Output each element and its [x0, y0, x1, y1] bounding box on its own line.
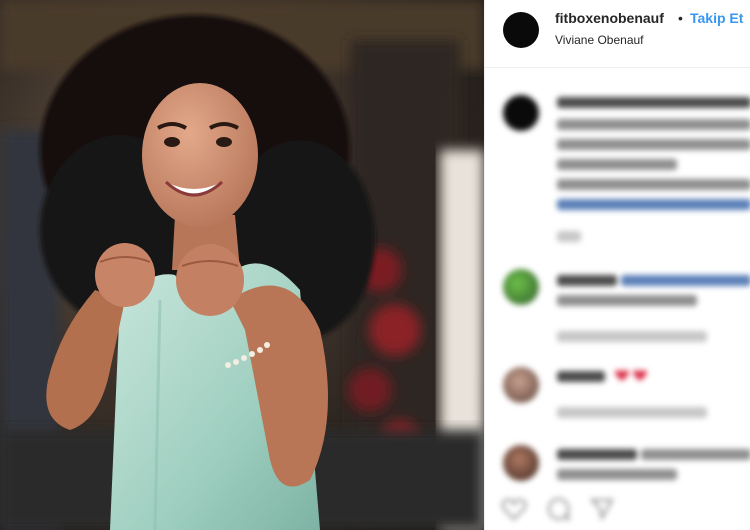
blurred-text-line — [557, 119, 750, 130]
blurred-text-line — [557, 469, 677, 480]
comment-avatar — [503, 269, 539, 305]
blurred-text-line — [557, 159, 677, 170]
separator-dot: • — [678, 10, 683, 26]
blurred-text-line — [557, 407, 707, 418]
blurred-text-line — [557, 97, 750, 108]
location-link[interactable]: Viviane Obenauf — [555, 33, 644, 47]
post-sidebar: fitboxenobenauf • Takip Et Viviane Obena… — [484, 0, 750, 530]
blurred-text-line — [557, 179, 750, 190]
blurred-text-line — [641, 449, 750, 460]
blurred-text-line — [557, 331, 707, 342]
heart-emoji-icon — [615, 370, 629, 381]
blurred-text-line — [557, 295, 697, 306]
post-actions — [485, 490, 750, 530]
blurred-text-line — [557, 139, 750, 150]
post-photo[interactable] — [0, 0, 484, 530]
heart-emoji-icon — [633, 370, 647, 381]
comment-icon[interactable] — [545, 496, 571, 522]
comments-list — [485, 69, 750, 530]
comment-avatar — [503, 445, 539, 481]
blurred-text-line — [557, 449, 637, 460]
caption-avatar — [503, 95, 539, 131]
blurred-text-line — [557, 275, 617, 286]
share-icon[interactable] — [589, 496, 615, 522]
post-image — [0, 0, 484, 530]
blurred-text-line — [621, 275, 750, 286]
blurred-text-line — [557, 199, 750, 210]
avatar[interactable] — [503, 12, 539, 48]
blurred-text-line — [557, 231, 581, 242]
blurred-text-line — [557, 371, 605, 382]
comment-avatar — [503, 367, 539, 403]
heart-icon[interactable] — [501, 496, 527, 522]
follow-button[interactable]: Takip Et — [690, 10, 743, 26]
username-link[interactable]: fitboxenobenauf — [555, 10, 664, 26]
post-header: fitboxenobenauf • Takip Et Viviane Obena… — [485, 0, 750, 68]
